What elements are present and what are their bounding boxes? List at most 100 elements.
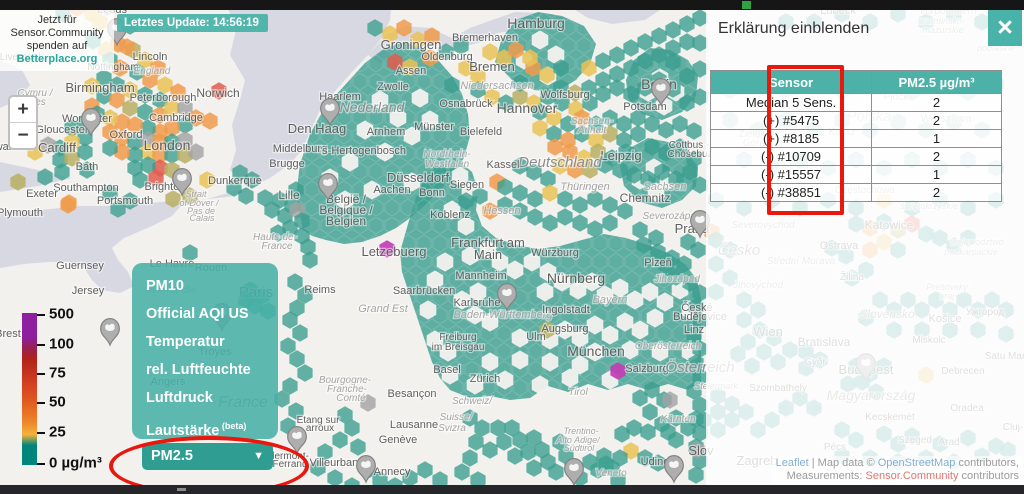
map-label: Aachen [373,184,410,196]
table-row: (+) #54752 [711,112,1002,130]
beta-tag: (beta) [219,421,246,431]
map-label: Ulm [526,331,546,343]
map-label: Besançon [388,388,437,400]
map-label: Nürnberg [547,270,605,286]
layer-menu: PM10Official AQI USTemperaturrel. Luftfe… [132,263,278,439]
map-label: arroux [306,423,334,434]
map-label: Zwolle [377,81,409,93]
value-cell: 2 [872,184,1002,202]
scale-tick [37,463,45,465]
map-label: Genève [379,434,418,446]
map-label: Cambridge [149,112,203,124]
map-label: Reims [304,284,336,296]
map-label: Hessen [483,205,520,217]
map-label: im Breisgau [432,342,485,353]
map-label: München [567,343,625,359]
map-label: Bayern [593,294,628,306]
map-label: Tirol [568,387,588,398]
map-label: Würzburg [531,247,579,259]
bottom-bar [0,485,1024,494]
map-label: Leipzig [600,148,641,163]
value-cell: 2 [872,94,1002,112]
map-label: Lille [278,188,300,202]
layer-menu-item-official-aqi-us[interactable]: Official AQI US [146,300,278,328]
close-button[interactable]: × [988,10,1022,46]
map-label: Kassel [486,159,519,171]
map-label: France [261,241,293,252]
annotation-rectangle [767,65,844,215]
map-label: Salzburg [625,363,668,375]
map-label: Brugge [269,158,304,170]
map-label: Bonn [419,187,445,199]
osm-link[interactable]: OpenStreetMap [878,457,956,469]
map-label: Plzeň [644,257,672,269]
last-update-badge: Letztes Update: 14:56:19 [117,14,268,32]
map-label: Birmingham [65,80,134,95]
map-label: Nederland [340,99,406,115]
map-label: Bremen [469,59,515,74]
scale-tick [37,314,45,316]
sensor-community-link[interactable]: Sensor.Community [866,470,959,482]
panel-title: Erklärung einblenden [718,20,869,38]
map-label: Anhalt [577,125,608,136]
scale-tick [37,344,45,346]
zoom-in-button[interactable]: + [10,97,36,123]
table-row: (+) #81851 [711,130,1002,148]
scale-tick-label: 25 [49,424,66,441]
map-label: Bremerhaven [452,32,518,44]
map-label: Zürich [470,373,501,385]
map-label: Peterborough [130,92,197,104]
map-attribution: Leaflet | Map data © OpenStreetMap contr… [772,456,1023,484]
map-label: Calais [189,213,215,223]
donation-line: Jetzt für [2,14,112,27]
scale-tick [37,373,45,375]
map-label: Lausanne [390,419,438,431]
table-row: (-) #107092 [711,148,1002,166]
status-dot [742,1,751,9]
layer-menu-item-luftdruck[interactable]: Luftdruck [146,384,278,412]
map-label: Düsseldorf [387,170,450,185]
map-label: Westfalen [425,159,470,170]
map-label: Main [474,247,502,262]
map-label: Jihozápad [653,274,700,285]
map-label: Portsmouth [97,195,153,207]
scale-tick-label: 50 [49,394,66,411]
zoom-out-button[interactable]: − [10,123,36,148]
betterplace-link[interactable]: Betterplace.org [2,53,112,66]
scale-tick [37,402,45,404]
layer-menu-item-temperatur[interactable]: Temperatur [146,328,278,356]
map-label: Ingolstadt [542,304,590,316]
map-label: Belgien [326,214,366,228]
leaflet-link[interactable]: Leaflet [776,457,809,469]
map-label: Hannover [497,100,558,116]
layer-menu-item-pm10[interactable]: PM10 [146,272,278,300]
color-scale-gradient [22,313,37,465]
value-cell: 1 [872,166,1002,184]
map-label: Saarbrücken [393,285,455,297]
map-label: Arnhem [367,126,406,138]
map-label: Norwich [196,86,239,100]
scale-tick-label: 75 [49,365,66,382]
donation-line: spenden auf [2,40,112,53]
map-label: Brest [0,328,21,340]
map-label: Den Haag [288,121,347,136]
map-label: Basel [433,364,461,376]
layer-menu-item-rel-luftfeuchte[interactable]: rel. Luftfeuchte [146,356,278,384]
map-label: England [134,66,171,77]
map-label: Southampton [53,182,118,194]
map-label: Hamburg [507,15,565,31]
scale-tick-label: 100 [49,336,74,353]
map-label: Plymouth [0,207,43,219]
donation-box: Jetzt für Sensor.Community spenden auf B… [0,10,114,71]
app: LeedsHullLiverpoolNottinghamLincolnEngla… [0,0,1024,494]
table-row: Median 5 Sens.2 [711,94,1002,112]
map-label: Baden-Württemberg [453,309,553,321]
zoom-control: + − [8,95,38,150]
map-label: Augsburg [541,323,588,335]
sensor-table: SensorPM2.5 µg/m³ Median 5 Sens.2(+) #54… [710,70,1002,202]
map-label: Svizra [438,423,466,434]
map-label: Deutschland [518,154,602,171]
value-cell: 2 [872,112,1002,130]
map-label: Siegen [450,179,484,191]
top-bar [0,0,1024,10]
